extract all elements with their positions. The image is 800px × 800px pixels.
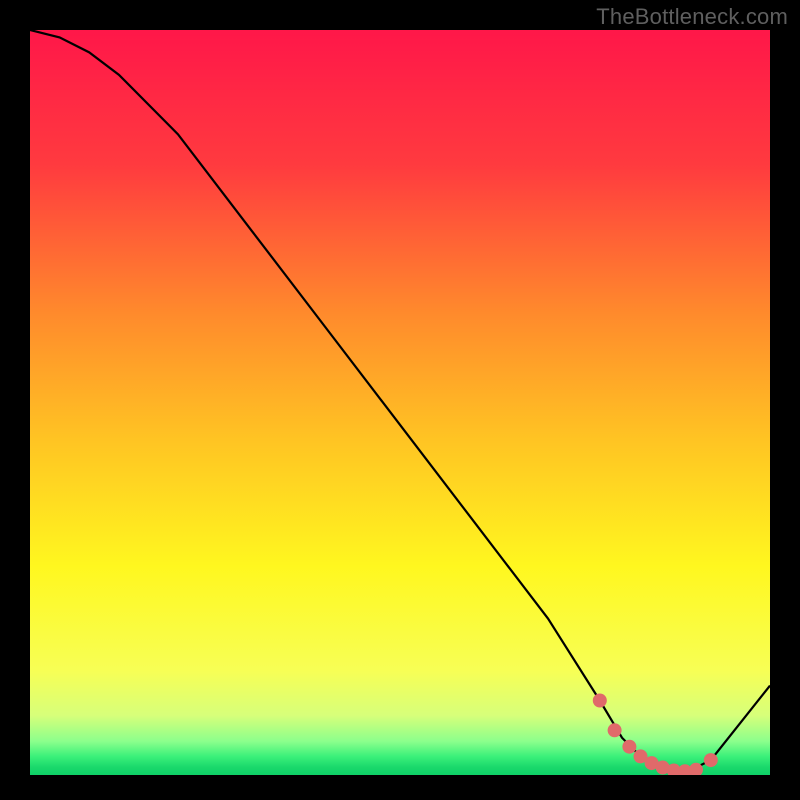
gradient-fill-rect: [30, 30, 770, 775]
chart-stage: TheBottleneck.com: [0, 0, 800, 800]
marker-dot: [608, 723, 622, 737]
marker-dot: [622, 740, 636, 754]
watermark-text: TheBottleneck.com: [596, 4, 788, 30]
marker-dot: [593, 694, 607, 708]
marker-dot: [704, 753, 718, 767]
plot-svg: [30, 30, 770, 775]
plot-area: [30, 30, 770, 775]
